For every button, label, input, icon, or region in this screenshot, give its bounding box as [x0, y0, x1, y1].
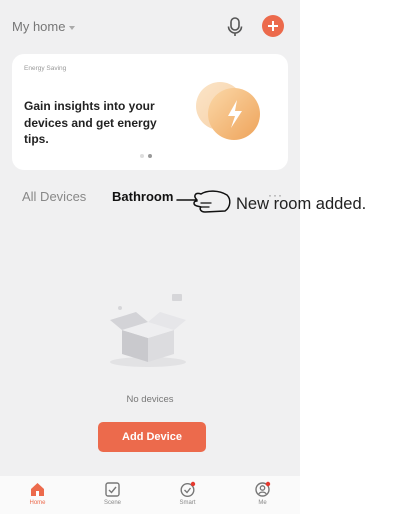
caret-down-icon	[69, 25, 76, 30]
annotation-text: New room added.	[236, 195, 367, 213]
carousel-dots	[140, 154, 152, 158]
energy-saving-card[interactable]: Energy Saving Gain insights into your de…	[12, 54, 288, 170]
card-label: Energy Saving	[24, 65, 67, 72]
nav-home-label: Home	[29, 500, 46, 506]
add-button[interactable]	[262, 15, 284, 37]
nav-scene-label: Scene	[103, 500, 121, 506]
smart-icon	[180, 481, 196, 498]
empty-box-icon	[110, 294, 186, 367]
app-screen: My home Energy Saving Gain insights into…	[0, 0, 300, 514]
carousel-dot-active	[148, 154, 152, 158]
tab-all-devices[interactable]: All Devices	[22, 189, 86, 204]
add-device-button[interactable]: Add Device	[98, 422, 206, 452]
nav-home[interactable]: Home	[8, 481, 68, 506]
empty-box-illustration	[100, 290, 200, 370]
home-name: My home	[12, 19, 66, 34]
scene-icon	[105, 482, 120, 497]
bottom-navigation: Home Scene Smart Me	[0, 476, 300, 514]
energy-bolt-icon	[196, 82, 260, 140]
nav-smart[interactable]: Smart	[158, 481, 218, 506]
card-text: Gain insights into your devices and get …	[24, 99, 157, 146]
header: My home	[0, 0, 300, 48]
pointing-hand-icon	[176, 190, 231, 213]
carousel-dot	[140, 154, 144, 158]
tab-bathroom[interactable]: Bathroom	[112, 189, 173, 204]
nav-me[interactable]: Me	[233, 481, 293, 506]
me-icon	[255, 481, 271, 497]
microphone-icon[interactable]	[226, 17, 244, 37]
no-devices-message: No devices	[126, 394, 174, 405]
home-icon	[31, 483, 44, 496]
nav-me-label: Me	[258, 500, 267, 506]
nav-scene[interactable]: Scene	[83, 481, 143, 506]
home-selector[interactable]: My home	[12, 19, 76, 34]
nav-smart-label: Smart	[179, 500, 196, 506]
